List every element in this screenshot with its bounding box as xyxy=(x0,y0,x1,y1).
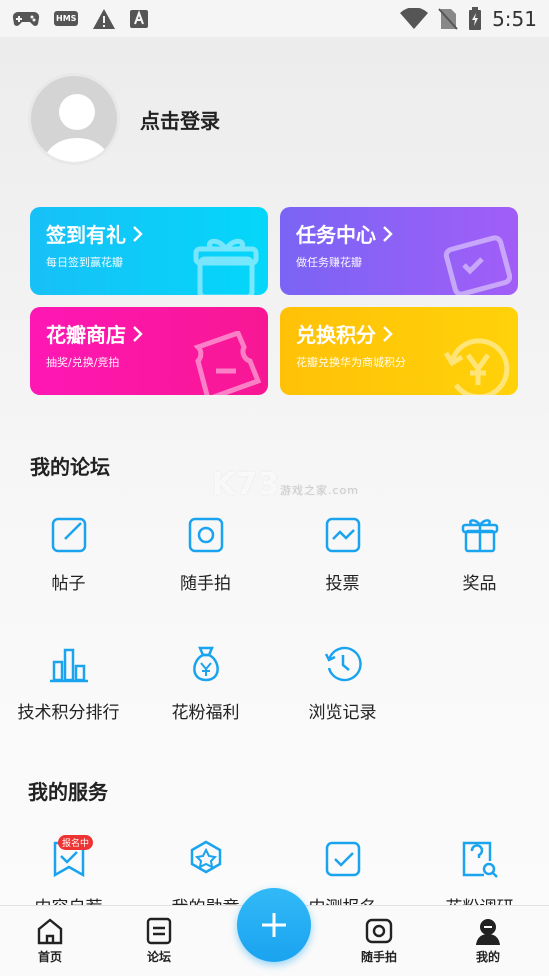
chevron-right-icon xyxy=(133,325,143,342)
camera-icon xyxy=(365,918,393,944)
default-avatar-icon xyxy=(42,94,112,162)
service-item-label: 花粉调研 xyxy=(446,893,514,905)
chevron-right-icon xyxy=(383,225,393,242)
no-sim-icon xyxy=(438,7,458,30)
history-clock-icon xyxy=(324,646,362,682)
nav-label: 随手拍 xyxy=(360,950,397,964)
ticket-icon xyxy=(193,331,262,395)
edit-post-icon xyxy=(51,517,86,553)
warning-icon xyxy=(93,8,116,29)
service-item-survey[interactable]: 花粉调研 xyxy=(411,839,548,905)
create-post-button[interactable] xyxy=(237,888,311,962)
card-exchange-points[interactable]: 兑换积分 花瓣兑换华为商城积分 xyxy=(280,307,518,395)
service-item-label: 我的勋章 xyxy=(172,893,240,905)
money-bag-icon xyxy=(192,646,219,682)
home-icon xyxy=(37,918,63,945)
service-item-label: 内容自荐 xyxy=(35,893,103,905)
nav-label: 论坛 xyxy=(146,950,171,964)
forum-item-label: 随手拍 xyxy=(180,574,231,594)
forum-item-label: 浏览记录 xyxy=(308,703,377,723)
prize-gift-icon xyxy=(461,519,498,553)
status-time: 5:51 xyxy=(492,6,537,31)
wifi-icon xyxy=(400,7,429,29)
profile-icon xyxy=(476,919,500,945)
signup-badge: 报名中 xyxy=(58,835,94,850)
watermark-domain: .com xyxy=(328,484,359,497)
forum-item-fan-welfare[interactable]: 花粉福利 xyxy=(137,644,274,723)
card-title: 任务中心 xyxy=(296,223,376,247)
nav-home[interactable]: 首页 xyxy=(10,916,90,965)
forum-item-label: 技术积分排行 xyxy=(17,703,120,723)
survey-icon xyxy=(462,841,498,878)
task-icon xyxy=(443,235,512,295)
status-bar: HMS 5:51 xyxy=(0,0,549,37)
avatar[interactable] xyxy=(28,73,120,165)
watermark-sub: 游戏之家 xyxy=(280,484,328,497)
card-title: 花瓣商店 xyxy=(46,323,126,347)
card-petal-store[interactable]: 花瓣商店 抽奖/兑换/竞拍 xyxy=(30,307,268,395)
medal-icon xyxy=(190,840,221,874)
forum-item-label: 帖子 xyxy=(51,574,86,594)
beta-signup-icon xyxy=(325,841,360,877)
nav-forum[interactable]: 论坛 xyxy=(119,916,199,965)
forum-item-label: 投票 xyxy=(325,574,360,594)
exchange-icon xyxy=(443,338,510,395)
login-link[interactable]: 点击登录 xyxy=(140,105,220,134)
card-title: 兑换积分 xyxy=(296,323,376,347)
main-content: 点击登录 签到有礼 每日签到赢花瓣 任务中心 做任务赚花瓣 花瓣商店 抽奖/兑换… xyxy=(0,37,549,905)
chevron-right-icon xyxy=(133,225,143,242)
service-item-recommend[interactable]: 报名中 内容自荐 xyxy=(0,835,137,905)
watermark-logo: K73游戏之家.com xyxy=(212,467,359,502)
section-title-services: 我的服务 xyxy=(28,780,108,804)
forum-item-prize[interactable]: 奖品 xyxy=(411,515,548,594)
forum-item-posts[interactable]: 帖子 xyxy=(0,515,137,594)
chevron-right-icon xyxy=(383,325,393,342)
forum-item-label: 奖品 xyxy=(462,574,497,594)
vote-chart-icon xyxy=(325,517,360,553)
profile-header[interactable]: 点击登录 xyxy=(28,73,220,165)
card-title: 签到有礼 xyxy=(46,223,126,247)
forum-item-label: 花粉福利 xyxy=(171,703,240,723)
forum-item-vote[interactable]: 投票 xyxy=(274,515,411,594)
forum-item-history[interactable]: 浏览记录 xyxy=(274,644,411,723)
card-task-center[interactable]: 任务中心 做任务赚花瓣 xyxy=(280,207,518,295)
a-icon xyxy=(130,9,149,28)
ranking-bars-icon xyxy=(49,648,88,683)
gamepad-icon xyxy=(12,11,40,26)
section-title-forum: 我的论坛 xyxy=(30,455,110,479)
nav-snapshot[interactable]: 随手拍 xyxy=(339,916,419,965)
plus-icon xyxy=(262,913,286,937)
camera-icon xyxy=(188,517,223,553)
battery-charging-icon xyxy=(469,6,482,30)
nav-label: 我的 xyxy=(475,950,500,964)
forum-icon xyxy=(146,917,172,945)
hms-icon: HMS xyxy=(54,11,79,26)
nav-profile[interactable]: 我的 xyxy=(448,916,528,965)
forum-item-snapshot[interactable]: 随手拍 xyxy=(137,515,274,594)
nav-label: 首页 xyxy=(37,950,62,964)
forum-item-tech-ranking[interactable]: 技术积分排行 xyxy=(0,644,137,723)
service-item-label: 内测报名 xyxy=(309,893,377,905)
gift-icon xyxy=(193,238,259,295)
card-checkin[interactable]: 签到有礼 每日签到赢花瓣 xyxy=(30,207,268,295)
watermark-brand: K73 xyxy=(212,467,280,502)
